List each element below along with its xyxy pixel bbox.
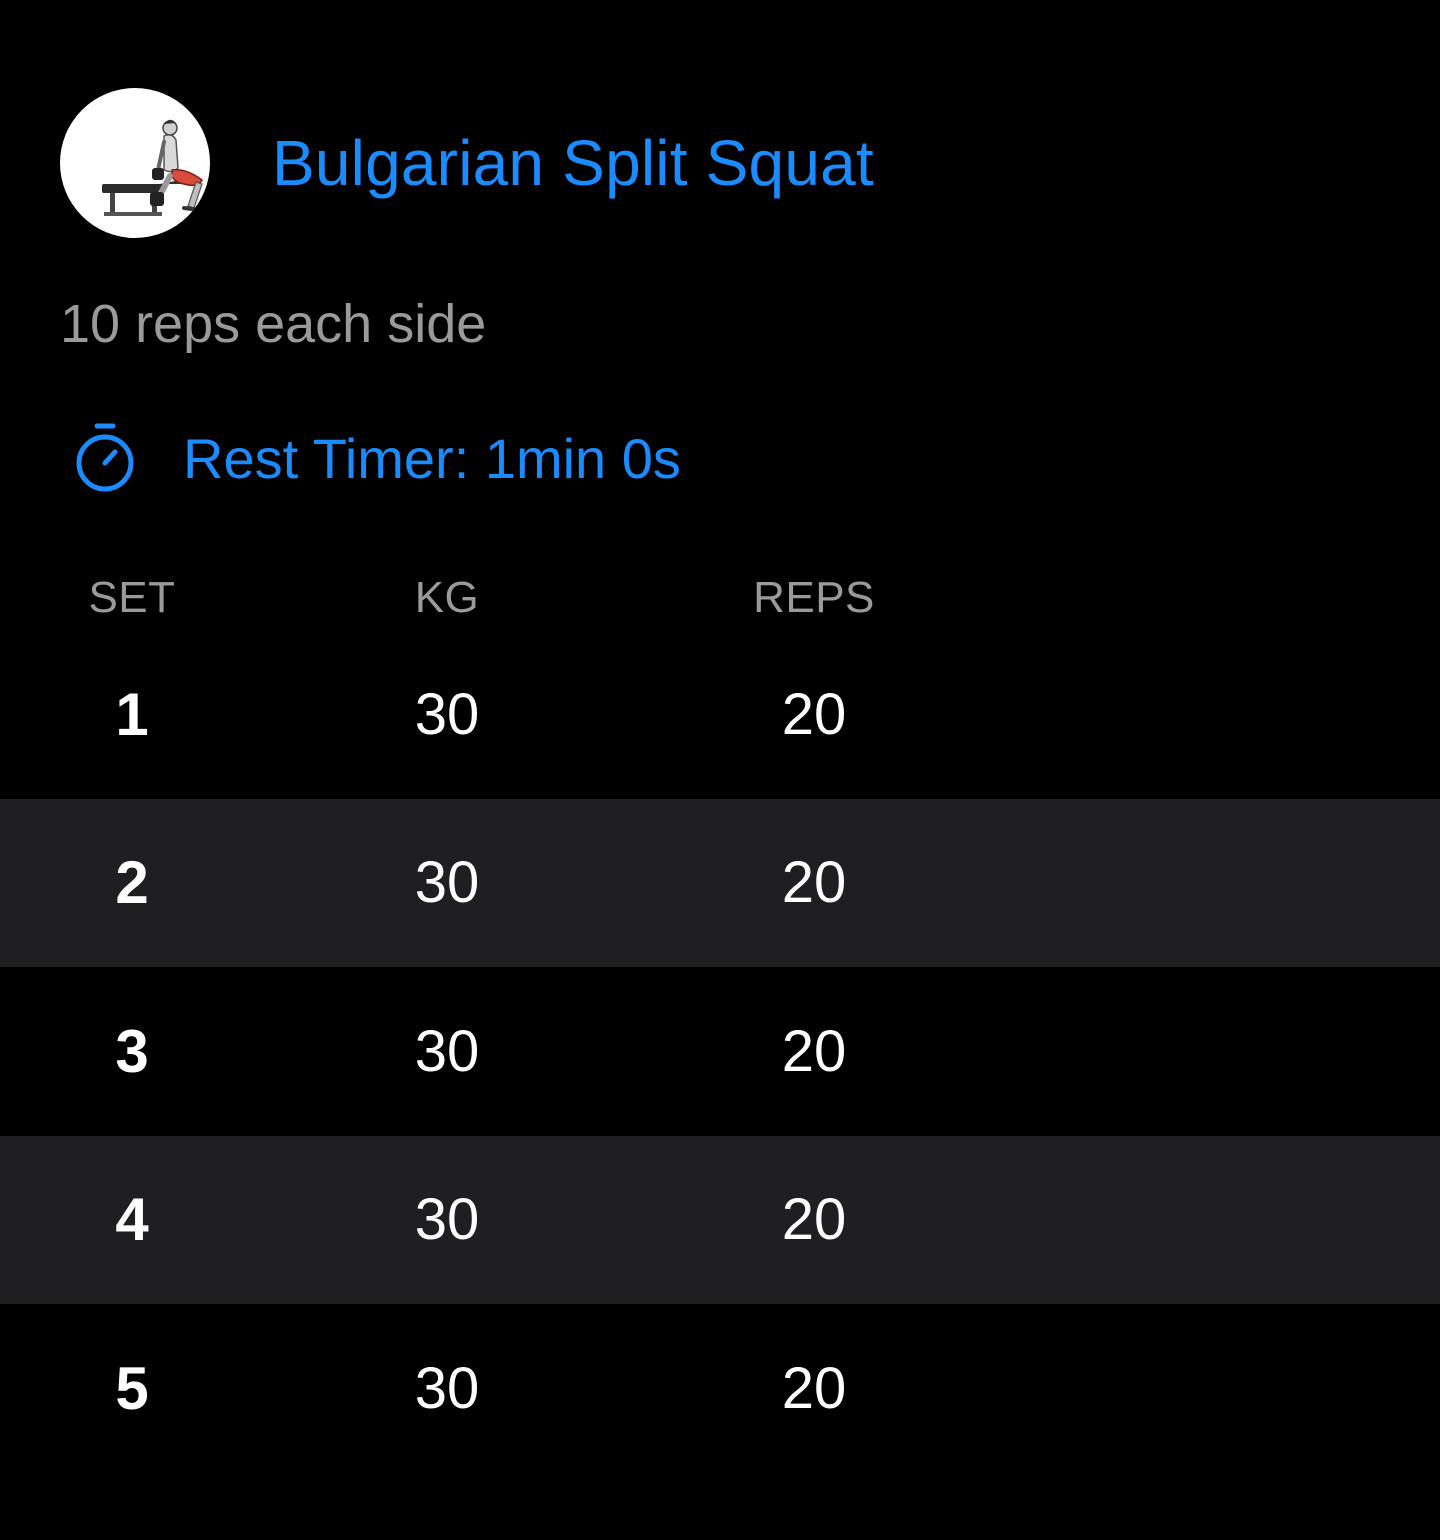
set-row[interactable]: 3 30 20 xyxy=(0,967,1440,1136)
set-row[interactable]: 4 30 20 xyxy=(0,1135,1440,1305)
set-weight[interactable]: 30 xyxy=(347,1136,547,1305)
rest-timer-label: Rest Timer: 1min 0s xyxy=(183,426,681,490)
set-number: 5 xyxy=(115,1354,149,1422)
header-reps: REPS xyxy=(753,573,875,622)
set-weight[interactable]: 30 xyxy=(347,630,547,799)
set-weight[interactable]: 30 xyxy=(347,967,547,1136)
set-reps[interactable]: 20 xyxy=(714,630,914,799)
set-row[interactable]: 1 30 20 xyxy=(0,630,1440,799)
bench-squat-illustration xyxy=(102,119,203,216)
set-number: 2 xyxy=(115,849,149,917)
set-row[interactable]: 2 30 20 xyxy=(0,798,1440,968)
exercise-thumbnail[interactable] xyxy=(60,88,210,238)
exercise-notes[interactable]: 10 reps each side xyxy=(60,293,486,355)
set-reps[interactable]: 20 xyxy=(714,1304,914,1473)
set-reps[interactable]: 20 xyxy=(714,799,914,968)
sets-table-header: SET KG REPS xyxy=(0,568,1440,628)
header-set: SET xyxy=(88,573,176,622)
exercise-title[interactable]: Bulgarian Split Squat xyxy=(272,126,874,200)
set-reps[interactable]: 20 xyxy=(714,967,914,1136)
stopwatch-icon xyxy=(72,422,138,494)
set-number: 4 xyxy=(115,1186,149,1254)
set-number: 3 xyxy=(115,1017,149,1085)
sets-table: 1 30 20 2 30 20 3 30 20 4 30 20 5 30 20 xyxy=(0,630,1440,1473)
exercise-header: Bulgarian Split Squat xyxy=(60,88,874,238)
set-row[interactable]: 5 30 20 xyxy=(0,1304,1440,1473)
set-reps[interactable]: 20 xyxy=(714,1136,914,1305)
set-number: 1 xyxy=(115,680,149,748)
set-weight[interactable]: 30 xyxy=(347,799,547,968)
header-kg: KG xyxy=(414,573,480,622)
rest-timer[interactable]: Rest Timer: 1min 0s xyxy=(72,418,681,498)
set-weight[interactable]: 30 xyxy=(347,1304,547,1473)
